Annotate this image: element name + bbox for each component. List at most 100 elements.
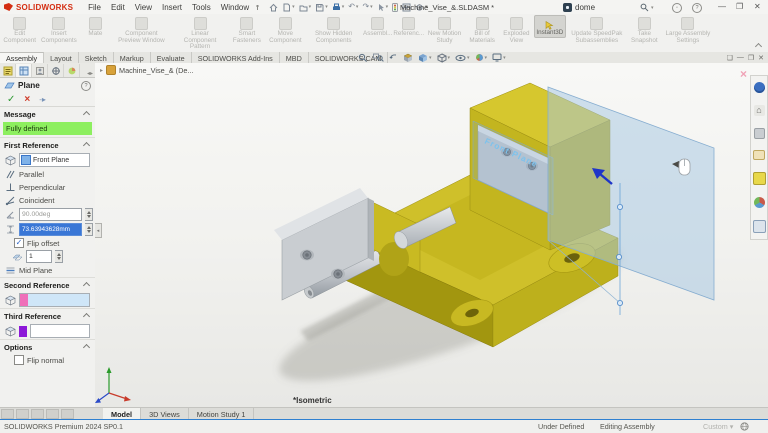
ribbon-smart-fasteners[interactable]: Smart Fasteners: [229, 15, 265, 44]
appearances-scenes-icon[interactable]: [753, 172, 766, 185]
search-box[interactable]: dome: [563, 2, 635, 12]
options-section-header[interactable]: Options: [0, 339, 95, 354]
tab-splitter-handle[interactable]: [1, 409, 14, 419]
assembly-tree-item[interactable]: Machine_Vise_& (De...: [119, 66, 194, 75]
tab-sketch[interactable]: Sketch: [79, 52, 114, 63]
ribbon-edit-component[interactable]: Edit Component: [2, 15, 37, 44]
view-orientation-icon[interactable]: ▾: [418, 53, 432, 63]
tab-solidworks-add-ins[interactable]: SOLIDWORKS Add-Ins: [192, 52, 280, 63]
flip-normal-row[interactable]: Flip normal: [0, 354, 95, 366]
display-style-icon[interactable]: ▾: [437, 53, 451, 63]
tab-mbd[interactable]: MBD: [280, 52, 309, 63]
menu-tools[interactable]: Tools: [187, 3, 216, 12]
ribbon-mate[interactable]: Mate: [80, 15, 110, 38]
undo-icon[interactable]: ↶▾: [348, 3, 358, 11]
ribbon-component-preview-window[interactable]: Component Preview Window: [111, 15, 171, 44]
file-explorer-icon[interactable]: [754, 128, 765, 139]
ribbon-show-hidden-components[interactable]: Show Hidden Components: [306, 15, 362, 44]
tab-splitter-handle[interactable]: [16, 409, 29, 419]
section-view-icon[interactable]: [403, 53, 413, 63]
close-button[interactable]: ✕: [750, 2, 765, 11]
ribbon-large-assembly-settings[interactable]: Large Assembly Settings: [662, 15, 714, 44]
hide-show-items-icon[interactable]: ▾: [455, 54, 470, 62]
tab-splitter-handle[interactable]: [61, 409, 74, 419]
home-icon[interactable]: [269, 3, 278, 12]
zoom-fit-icon[interactable]: [358, 53, 368, 62]
constraint-parallel[interactable]: Parallel: [0, 168, 95, 181]
view-settings-icon[interactable]: ▾: [492, 53, 506, 62]
login-icon[interactable]: ◦: [672, 3, 682, 13]
ribbon-linear-component-pattern[interactable]: Linear Component Pattern: [172, 15, 227, 51]
ribbon-update-speedpak[interactable]: Update SpeedPak Subassemblies: [567, 15, 627, 44]
view-palette-icon[interactable]: [753, 150, 765, 160]
tab-splitter-handle[interactable]: [46, 409, 59, 419]
ribbon-instant3d[interactable]: Instant3D: [534, 15, 566, 38]
menu-window[interactable]: Window: [216, 3, 254, 12]
ribbon-insert-components[interactable]: Insert Components: [38, 15, 79, 44]
property-manager-tab[interactable]: [16, 64, 32, 77]
pm-help-icon[interactable]: ?: [81, 81, 91, 91]
print-icon[interactable]: ▾: [332, 3, 345, 12]
pm-cancel-button[interactable]: ×: [24, 94, 30, 105]
ribbon-assembly-features[interactable]: Assembl...: [363, 15, 393, 38]
angle-spinner[interactable]: [85, 208, 93, 221]
feature-manager-tab[interactable]: [0, 64, 16, 77]
first-reference-selection-box[interactable]: Front Plane: [19, 153, 90, 167]
flip-offset-row[interactable]: ✓ Flip offset: [0, 237, 95, 249]
message-section-header[interactable]: Message: [0, 107, 95, 121]
third-reference-section-header[interactable]: Third Reference: [0, 308, 95, 323]
ribbon-new-motion-study[interactable]: New Motion Study: [425, 15, 465, 44]
pm-ok-button[interactable]: ✓: [7, 94, 15, 105]
menu-view[interactable]: View: [130, 3, 157, 12]
search-icon[interactable]: [640, 3, 650, 14]
configuration-manager-tab[interactable]: [32, 64, 48, 77]
doc-restore-button[interactable]: ❐: [748, 54, 754, 62]
previous-view-icon[interactable]: [389, 53, 398, 62]
graphics-area[interactable]: Front Plane: [95, 63, 768, 407]
doc-close-button[interactable]: ✕: [758, 54, 764, 62]
constraint-coincident[interactable]: Coincident: [0, 194, 95, 207]
menu-insert[interactable]: Insert: [157, 3, 187, 12]
flip-normal-checkbox[interactable]: [14, 355, 24, 365]
tab-layout[interactable]: Layout: [44, 52, 79, 63]
plane-handle[interactable]: [617, 300, 622, 305]
zoom-area-icon[interactable]: [373, 53, 384, 62]
help-icon[interactable]: ?: [692, 3, 702, 13]
custom-properties-icon[interactable]: [753, 220, 766, 233]
plane-handle[interactable]: [616, 254, 621, 259]
ribbon-exploded-view[interactable]: Exploded View: [500, 15, 533, 44]
select-icon[interactable]: ▾: [377, 3, 389, 12]
solidworks-resources-icon[interactable]: [754, 82, 765, 93]
custom-appearance-icon[interactable]: [754, 197, 765, 208]
second-reference-section-header[interactable]: Second Reference: [0, 277, 95, 292]
panel-tab-scroll-arrows[interactable]: ◂▸: [80, 70, 95, 77]
ribbon-reference-geometry[interactable]: Referenc...: [394, 15, 424, 38]
tab-splitter-handle[interactable]: [31, 409, 44, 419]
edit-appearance-icon[interactable]: ▾: [475, 53, 488, 62]
confirmation-corner-cancel-icon[interactable]: ×: [740, 67, 747, 81]
status-globe-icon[interactable]: [740, 422, 749, 431]
plane-handle[interactable]: [617, 204, 622, 209]
tab-evaluate[interactable]: Evaluate: [151, 52, 192, 63]
design-library-icon[interactable]: ⌂: [754, 105, 765, 116]
menu-edit[interactable]: Edit: [106, 3, 130, 12]
plane-count-spinner[interactable]: [55, 250, 63, 263]
search-input[interactable]: dome: [575, 3, 595, 12]
doc-window-icon[interactable]: ❏: [727, 54, 733, 62]
minimize-button[interactable]: —: [714, 2, 730, 11]
angle-input[interactable]: 90.00deg: [19, 208, 82, 221]
ribbon-collapse-button[interactable]: [755, 42, 762, 49]
plane-count-input[interactable]: 1: [26, 250, 52, 263]
mid-plane-option[interactable]: Mid Plane: [0, 264, 95, 277]
rebuild-icon[interactable]: [392, 3, 398, 12]
restore-button[interactable]: ❐: [732, 2, 747, 11]
first-reference-section-header[interactable]: First Reference: [0, 137, 95, 152]
menu-file[interactable]: File: [83, 3, 106, 12]
tab-assembly[interactable]: Assembly: [0, 52, 44, 63]
ribbon-take-snapshot[interactable]: Take Snapshot: [628, 15, 661, 44]
dimxpert-manager-tab[interactable]: [48, 64, 64, 77]
tab-markup[interactable]: Markup: [114, 52, 151, 63]
tree-expand-arrow[interactable]: ▸: [100, 67, 103, 74]
new-file-icon[interactable]: ▾: [282, 3, 295, 12]
constraint-perpendicular[interactable]: Perpendicular: [0, 181, 95, 194]
